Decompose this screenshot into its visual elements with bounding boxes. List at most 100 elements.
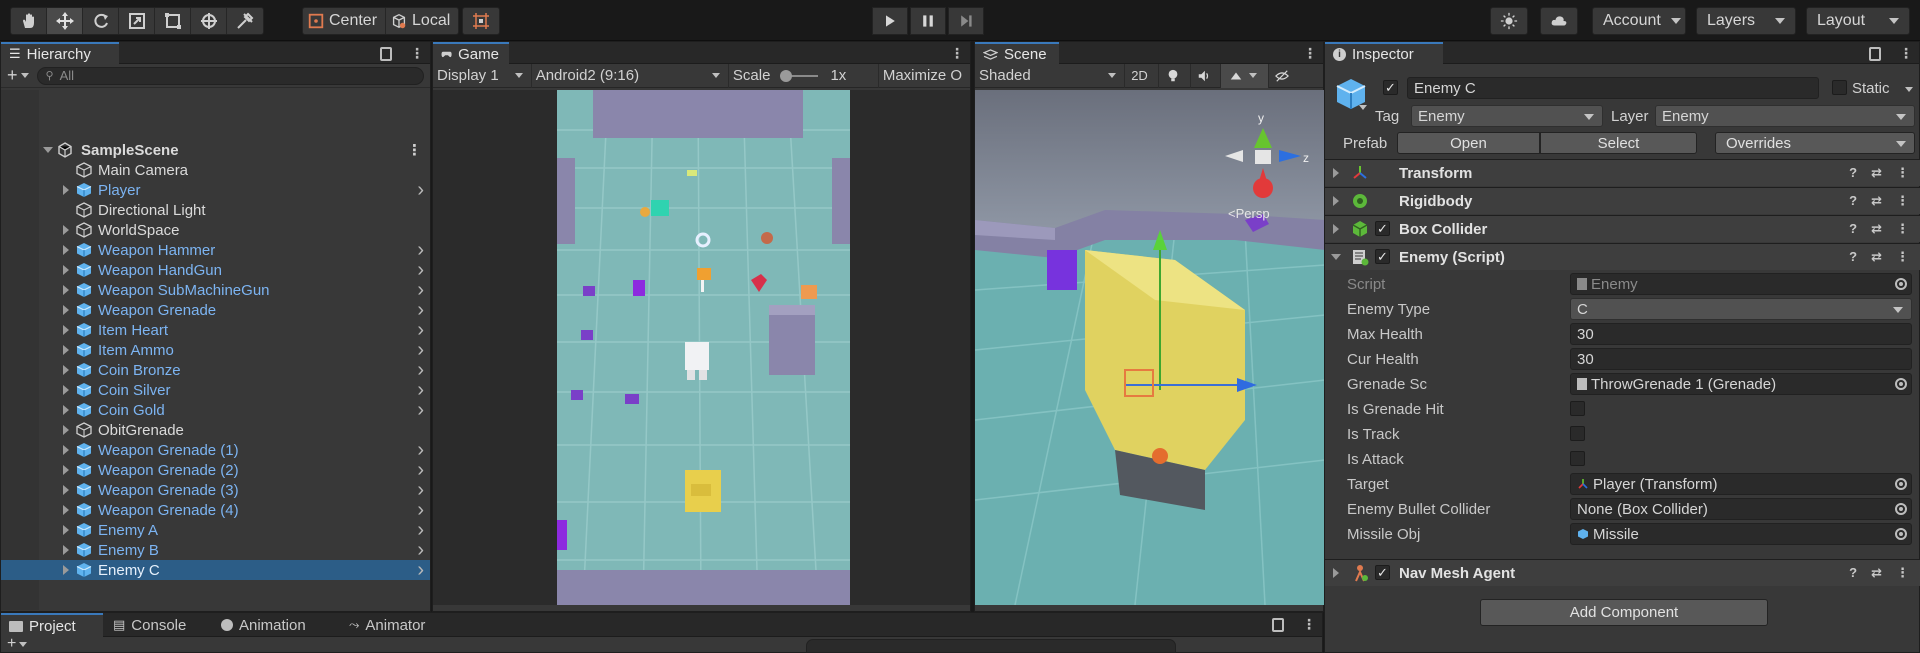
layout-dropdown[interactable]: Layout: [1806, 7, 1910, 35]
scene-effects-dropdown[interactable]: [1221, 63, 1269, 88]
expand-arrow-icon[interactable]: [63, 405, 69, 415]
help-icon[interactable]: ?: [1849, 249, 1857, 265]
maximize-toggle[interactable]: Maximize O: [879, 64, 970, 88]
expand-arrow-icon[interactable]: [63, 225, 69, 235]
hierarchy-item[interactable]: Weapon Grenade (4) ›: [1, 499, 430, 521]
toggle-2d-button[interactable]: 2D: [1125, 63, 1159, 88]
icon-dropdown-arrow[interactable]: [1359, 105, 1367, 110]
display-dropdown[interactable]: Display 1: [433, 63, 532, 88]
hierarchy-item[interactable]: Weapon Grenade (1) ›: [1, 439, 430, 461]
tab-scene[interactable]: Scene: [975, 42, 1059, 64]
expand-arrow-icon[interactable]: [63, 245, 69, 255]
more-options-icon[interactable]: ⋮: [410, 45, 424, 62]
object-picker-icon[interactable]: [1895, 378, 1907, 390]
game-viewport[interactable]: [433, 90, 970, 605]
expand-arrow-icon[interactable]: [63, 185, 69, 195]
more-options-icon[interactable]: ⋮: [1302, 616, 1316, 633]
is-attack-checkbox[interactable]: [1570, 451, 1585, 466]
hierarchy-item[interactable]: Weapon Grenade (3) ›: [1, 479, 430, 501]
more-options-icon[interactable]: ⋮: [1896, 249, 1909, 265]
help-icon[interactable]: ?: [1849, 221, 1857, 237]
scale-slider[interactable]: Scale 1x: [729, 63, 879, 88]
hierarchy-item[interactable]: Enemy C ›: [1, 559, 430, 582]
nav-mesh-agent-component-header[interactable]: ✓ Nav Mesh Agent ? ⇄ ⋮: [1325, 559, 1920, 586]
hierarchy-item[interactable]: Enemy B ›: [1, 539, 430, 561]
is-track-checkbox[interactable]: [1570, 426, 1585, 441]
preset-icon[interactable]: ⇄: [1871, 565, 1882, 581]
object-name-field[interactable]: Enemy C: [1407, 77, 1819, 99]
hierarchy-item[interactable]: Main Camera: [1, 160, 430, 180]
add-component-button[interactable]: Add Component: [1480, 599, 1768, 626]
prefab-overrides-dropdown[interactable]: Overrides: [1715, 132, 1915, 154]
expand-arrow-icon[interactable]: [63, 425, 69, 435]
prefab-select-button[interactable]: Select: [1540, 132, 1697, 154]
max-health-input[interactable]: 30: [1570, 323, 1912, 345]
expand-arrow-icon[interactable]: [63, 265, 69, 275]
hierarchy-item[interactable]: Weapon Grenade (2) ›: [1, 459, 430, 481]
grid-snap-icon[interactable]: [463, 8, 499, 34]
scene-viewport[interactable]: y z <Persp: [975, 90, 1325, 605]
expand-arrow-icon[interactable]: [63, 305, 69, 315]
more-options-icon[interactable]: ⋮: [1896, 165, 1909, 181]
help-icon[interactable]: ?: [1849, 165, 1857, 181]
hierarchy-item[interactable]: Coin Silver ›: [1, 379, 430, 401]
hierarchy-item[interactable]: Weapon HandGun ›: [1, 259, 430, 281]
expand-arrow-icon[interactable]: [63, 365, 69, 375]
tab-hierarchy[interactable]: ☰ Hierarchy: [1, 42, 119, 64]
lock-icon[interactable]: [1869, 47, 1881, 61]
hierarchy-item[interactable]: WorldSpace: [1, 220, 430, 240]
scene-lighting-toggle[interactable]: [1159, 63, 1191, 88]
box-collider-component-header[interactable]: ✓ Box Collider ? ⇄ ⋮: [1325, 215, 1920, 242]
resolution-dropdown[interactable]: Android2 (9:16): [532, 63, 729, 88]
rigidbody-component-header[interactable]: Rigidbody ? ⇄ ⋮: [1325, 187, 1920, 214]
move-tool-icon[interactable]: [47, 8, 83, 34]
hierarchy-item[interactable]: Player ›: [1, 179, 430, 201]
expand-arrow-icon[interactable]: [1333, 168, 1339, 178]
enemy-script-component-header[interactable]: ✓ Enemy (Script) ? ⇄ ⋮: [1325, 243, 1920, 270]
hierarchy-item[interactable]: Coin Bronze ›: [1, 359, 430, 381]
grenade-hit-checkbox[interactable]: [1570, 401, 1585, 416]
help-icon[interactable]: ?: [1849, 565, 1857, 581]
scale-thumb[interactable]: [780, 69, 793, 82]
tag-dropdown[interactable]: Enemy: [1411, 105, 1603, 127]
hand-tool-icon[interactable]: [11, 8, 47, 34]
rect-tool-icon[interactable]: [155, 8, 191, 34]
tab-animator[interactable]: ⤳ Animator: [341, 613, 435, 637]
transform-all-tool-icon[interactable]: [191, 8, 227, 34]
more-options-icon[interactable]: ⋮: [407, 141, 422, 159]
hierarchy-item[interactable]: Item Heart ›: [1, 319, 430, 341]
box-collider-enabled-checkbox[interactable]: ✓: [1375, 221, 1390, 236]
expand-arrow-icon[interactable]: [43, 147, 53, 153]
preset-icon[interactable]: ⇄: [1871, 221, 1882, 237]
prefab-open-button[interactable]: Open: [1397, 132, 1540, 154]
layer-dropdown[interactable]: Enemy: [1655, 105, 1915, 127]
hierarchy-item[interactable]: Directional Light: [1, 200, 430, 220]
project-search-input[interactable]: [806, 639, 1176, 653]
hierarchy-item[interactable]: Weapon SubMachineGun ›: [1, 279, 430, 301]
bullet-collider-field[interactable]: None (Box Collider): [1570, 498, 1912, 520]
account-dropdown[interactable]: Account: [1592, 7, 1686, 35]
more-options-icon[interactable]: ⋮: [1303, 45, 1317, 62]
chevron-right-icon[interactable]: ›: [417, 559, 424, 582]
enemy-type-dropdown[interactable]: C: [1570, 298, 1912, 320]
cur-health-input[interactable]: 30: [1570, 348, 1912, 370]
expand-arrow-icon[interactable]: [1333, 224, 1339, 234]
create-asset-dropdown[interactable]: +: [7, 636, 28, 652]
tab-inspector[interactable]: i Inspector: [1325, 42, 1443, 64]
layers-dropdown[interactable]: Layers: [1696, 7, 1796, 35]
expand-arrow-icon[interactable]: [63, 485, 69, 495]
static-checkbox[interactable]: [1832, 80, 1847, 95]
expand-arrow-icon[interactable]: [1333, 196, 1339, 206]
services-button[interactable]: [1490, 7, 1528, 35]
object-picker-icon[interactable]: [1895, 478, 1907, 490]
active-checkbox[interactable]: ✓: [1383, 80, 1398, 95]
more-options-icon[interactable]: ⋮: [1899, 45, 1913, 62]
shading-mode-dropdown[interactable]: Shaded: [975, 63, 1125, 88]
rotate-tool-icon[interactable]: [83, 8, 119, 34]
preset-icon[interactable]: ⇄: [1871, 249, 1882, 265]
pivot-center-toggle[interactable]: Center: [303, 8, 387, 34]
lock-icon[interactable]: [380, 47, 392, 61]
hierarchy-item[interactable]: Enemy A ›: [1, 519, 430, 541]
chevron-right-icon[interactable]: ›: [417, 399, 424, 422]
hierarchy-item[interactable]: Item Ammo ›: [1, 339, 430, 361]
